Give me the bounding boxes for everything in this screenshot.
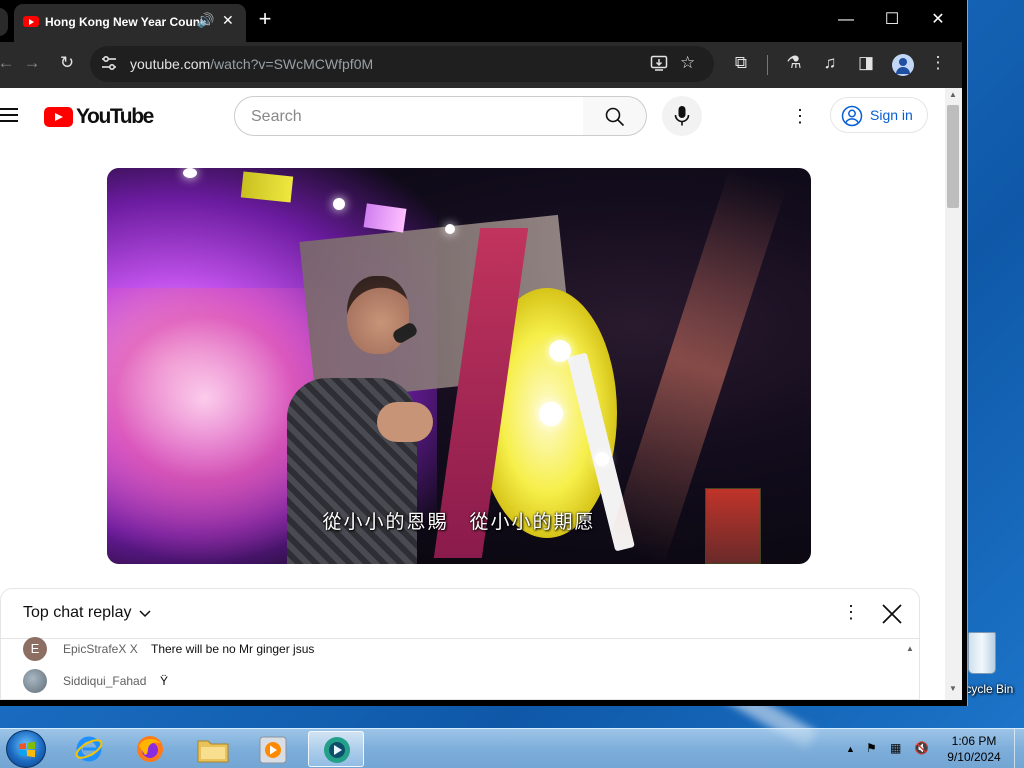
scroll-up-arrow[interactable]: ▲ <box>949 90 957 99</box>
recycle-bin-icon <box>968 632 996 674</box>
chat-message: E EpicStrafeX X There will be no Mr ging… <box>23 637 903 663</box>
chat-avatar <box>23 669 47 693</box>
extensions-icon[interactable]: ⧉ <box>729 53 753 73</box>
maximize-button[interactable]: ☐ <box>869 6 915 34</box>
browser-menu-icon[interactable]: ⋮ <box>926 53 950 73</box>
clock-time: 1:06 PM <box>951 734 997 748</box>
audio-playing-icon[interactable]: 🔊 <box>197 12 214 29</box>
taskbar-file-explorer[interactable] <box>185 731 241 767</box>
labs-icon[interactable]: ⚗ <box>782 53 806 73</box>
youtube-play-logo-icon <box>44 107 73 127</box>
back-icon[interactable]: ← <box>0 53 18 73</box>
chat-menu-icon[interactable]: ⋮ <box>841 602 861 623</box>
forward-icon[interactable]: → <box>20 53 44 73</box>
folder-icon <box>197 740 229 763</box>
active-tab[interactable]: Hong Kong New Year Countdown 🔊 ✕ <box>14 4 246 42</box>
action-center-flag-icon[interactable]: ⚑ <box>866 741 877 755</box>
tab-title: Hong Kong New Year Countdown <box>45 15 205 29</box>
taskbar-active-app[interactable] <box>308 731 364 767</box>
video-subtitle: 從小小的恩賜 從小小的期愿 <box>322 512 596 533</box>
account-icon <box>841 105 863 127</box>
show-hidden-icons-arrow[interactable]: ▲ <box>846 744 855 754</box>
tab-strip: Hong Kong New Year Countdown 🔊 ✕ + — ☐ ✕ <box>0 0 962 42</box>
microphone-icon <box>674 106 690 126</box>
stage-spotlight <box>183 168 197 178</box>
sign-in-button[interactable]: Sign in <box>830 97 928 133</box>
settings-menu-icon[interactable]: ⋮ <box>790 104 810 128</box>
chat-scroll-up-arrow[interactable]: ▲ <box>906 644 914 653</box>
chat-mode-title[interactable]: Top chat replay <box>23 604 132 622</box>
stage-spotlight <box>333 198 345 210</box>
profile-icon[interactable] <box>892 54 914 76</box>
sign-in-label: Sign in <box>870 107 913 123</box>
youtube-logo-text: YouTube <box>76 105 154 128</box>
singer-hand <box>377 402 433 442</box>
internet-explorer-icon <box>75 736 103 762</box>
close-window-button[interactable]: ✕ <box>915 6 961 34</box>
system-clock[interactable]: 1:06 PM 9/10/2024 <box>935 733 1013 765</box>
site-info-icon[interactable] <box>100 54 118 72</box>
voice-search-button[interactable] <box>662 96 702 136</box>
page-scrollbar[interactable]: ▲ ▼ <box>945 88 962 700</box>
chat-text: There will be no Mr ginger jsus <box>151 642 315 656</box>
search-icon <box>605 107 625 127</box>
active-app-icon <box>324 737 350 763</box>
stage-light-yellow <box>240 171 294 203</box>
close-icon[interactable] <box>879 601 905 627</box>
scrollbar-thumb[interactable] <box>947 105 959 208</box>
search-button[interactable] <box>583 96 647 136</box>
guide-menu-icon[interactable] <box>0 108 18 122</box>
recycle-bin[interactable]: Recycle Bin <box>950 630 1024 700</box>
install-app-icon[interactable] <box>650 54 668 72</box>
search-box[interactable] <box>234 96 584 136</box>
windows-logo-icon <box>19 741 35 758</box>
bookmark-star-icon[interactable]: ☆ <box>680 53 695 73</box>
tab-search-button[interactable] <box>0 8 8 36</box>
toolbar-divider <box>767 55 768 75</box>
youtube-header: YouTube ⋮ <box>0 88 945 144</box>
media-control-icon[interactable]: ♫ <box>818 53 842 73</box>
browser-toolbar: ← → ↻ youtube.com/watch?v=SWcMCWfpf0M ☆ … <box>0 42 962 88</box>
chat-header: Top chat replay ⋮ <box>1 589 919 639</box>
video-player[interactable]: 從小小的恩賜 從小小的期愿 <box>107 168 811 564</box>
youtube-page: YouTube ⋮ <box>0 88 945 700</box>
chat-author[interactable]: Siddiqui_Fahad <box>63 674 146 688</box>
stage-spotlight <box>595 452 609 466</box>
network-icon[interactable]: ▦ <box>890 741 901 755</box>
chat-avatar: E <box>23 637 47 661</box>
chat-text: Ÿ <box>160 674 169 688</box>
firefox-icon <box>137 736 163 762</box>
stage-spotlight <box>539 402 563 426</box>
url-text[interactable]: youtube.com/watch?v=SWcMCWfpf0M <box>130 56 373 72</box>
youtube-favicon-icon <box>23 16 39 27</box>
taskbar-media-player[interactable] <box>245 731 301 767</box>
clock-date: 9/10/2024 <box>947 750 1001 764</box>
tab-close-icon[interactable]: ✕ <box>222 12 234 29</box>
start-button[interactable] <box>6 730 46 768</box>
live-chat-replay: Top chat replay ⋮ E EpicStrafeX X There … <box>0 588 920 700</box>
new-tab-button[interactable]: + <box>254 6 276 32</box>
taskbar-firefox[interactable] <box>122 731 178 767</box>
chevron-down-icon[interactable] <box>138 603 152 625</box>
windows-taskbar: ▲ ⚑ ▦ 🔇 1:06 PM 9/10/2024 <box>0 728 1024 768</box>
media-player-icon <box>259 736 287 764</box>
taskbar-internet-explorer[interactable] <box>62 731 118 767</box>
minimize-button[interactable]: — <box>823 6 869 34</box>
scroll-down-arrow[interactable]: ▼ <box>949 684 957 693</box>
chat-author[interactable]: EpicStrafeX X <box>63 642 138 656</box>
url-host: youtube.com <box>130 56 211 72</box>
chat-message: Siddiqui_Fahad Ÿ <box>23 669 903 695</box>
show-desktop-button[interactable] <box>1014 729 1024 768</box>
url-path: /watch?v=SWcMCWfpf0M <box>210 56 374 72</box>
browser-window: Hong Kong New Year Countdown 🔊 ✕ + — ☐ ✕… <box>0 0 968 706</box>
search-input[interactable] <box>251 106 571 128</box>
address-bar[interactable]: youtube.com/watch?v=SWcMCWfpf0M ☆ <box>90 46 714 82</box>
stage-spotlight <box>445 224 455 234</box>
side-panel-icon[interactable]: ◨ <box>854 53 878 73</box>
stage-spotlight <box>549 340 571 362</box>
reload-icon[interactable]: ↻ <box>55 53 79 73</box>
volume-muted-icon[interactable]: 🔇 <box>914 741 929 755</box>
